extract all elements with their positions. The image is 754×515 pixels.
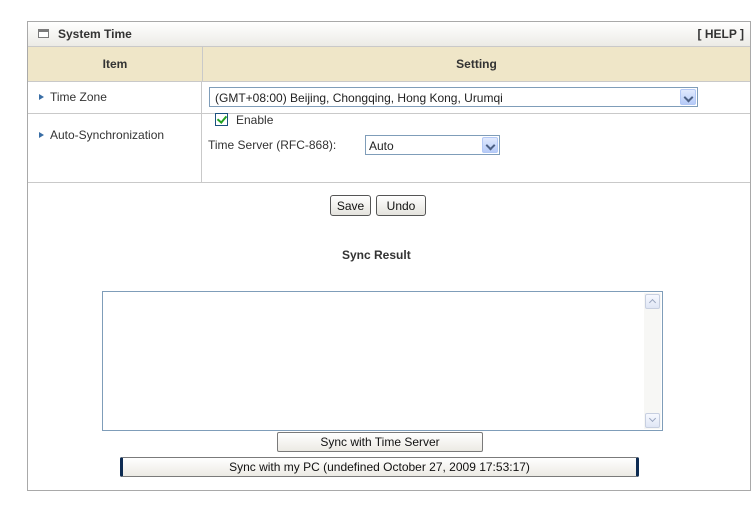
bullet-arrow-icon	[39, 132, 44, 138]
time-server-select[interactable]: Auto	[365, 135, 500, 155]
dropdown-button[interactable]	[680, 89, 696, 105]
panel-title: System Time	[58, 27, 132, 41]
time-zone-label: Time Zone	[50, 90, 107, 104]
time-zone-row: Time Zone (GMT+08:00) Beijing, Chongqing…	[28, 82, 750, 114]
auto-sync-label: Auto-Synchronization	[50, 128, 165, 142]
sync-result-textarea[interactable]	[102, 291, 663, 431]
time-zone-label-cell: Time Zone	[28, 82, 202, 113]
save-button[interactable]: Save	[330, 195, 371, 216]
chevron-down-icon	[485, 140, 496, 151]
sync-pc-button[interactable]: Sync with my PC (undefined October 27, 2…	[120, 457, 639, 477]
sync-result-title: Sync Result	[342, 248, 411, 262]
column-header-item: Item	[28, 47, 203, 82]
auto-sync-label-cell: Auto-Synchronization	[28, 114, 202, 182]
time-zone-value: (GMT+08:00) Beijing, Chongqing, Hong Kon…	[215, 91, 503, 105]
chevron-down-icon	[683, 92, 694, 103]
enable-checkbox[interactable]	[215, 113, 228, 126]
enable-label: Enable	[236, 113, 274, 127]
chevron-up-icon	[648, 298, 657, 307]
time-server-label: Time Server (RFC-868):	[208, 138, 337, 152]
sync-time-server-button[interactable]: Sync with Time Server	[277, 432, 483, 452]
checkmark-icon	[216, 113, 228, 124]
scroll-up-button[interactable]	[645, 294, 660, 309]
column-header-setting: Setting	[203, 47, 750, 82]
chevron-down-icon	[648, 414, 657, 423]
system-time-panel: System Time [ HELP ] Item Setting Time Z…	[27, 21, 751, 491]
time-zone-select[interactable]: (GMT+08:00) Beijing, Chongqing, Hong Kon…	[209, 87, 698, 107]
bullet-arrow-icon	[39, 94, 44, 100]
help-link[interactable]: [ HELP ]	[698, 27, 744, 41]
vertical-scrollbar[interactable]	[644, 293, 661, 429]
dropdown-button[interactable]	[482, 137, 498, 153]
panel-titlebar: System Time [ HELP ]	[28, 22, 750, 47]
scroll-down-button[interactable]	[645, 413, 660, 428]
window-icon	[38, 29, 49, 38]
undo-button[interactable]: Undo	[376, 195, 426, 216]
time-server-value: Auto	[369, 139, 394, 153]
